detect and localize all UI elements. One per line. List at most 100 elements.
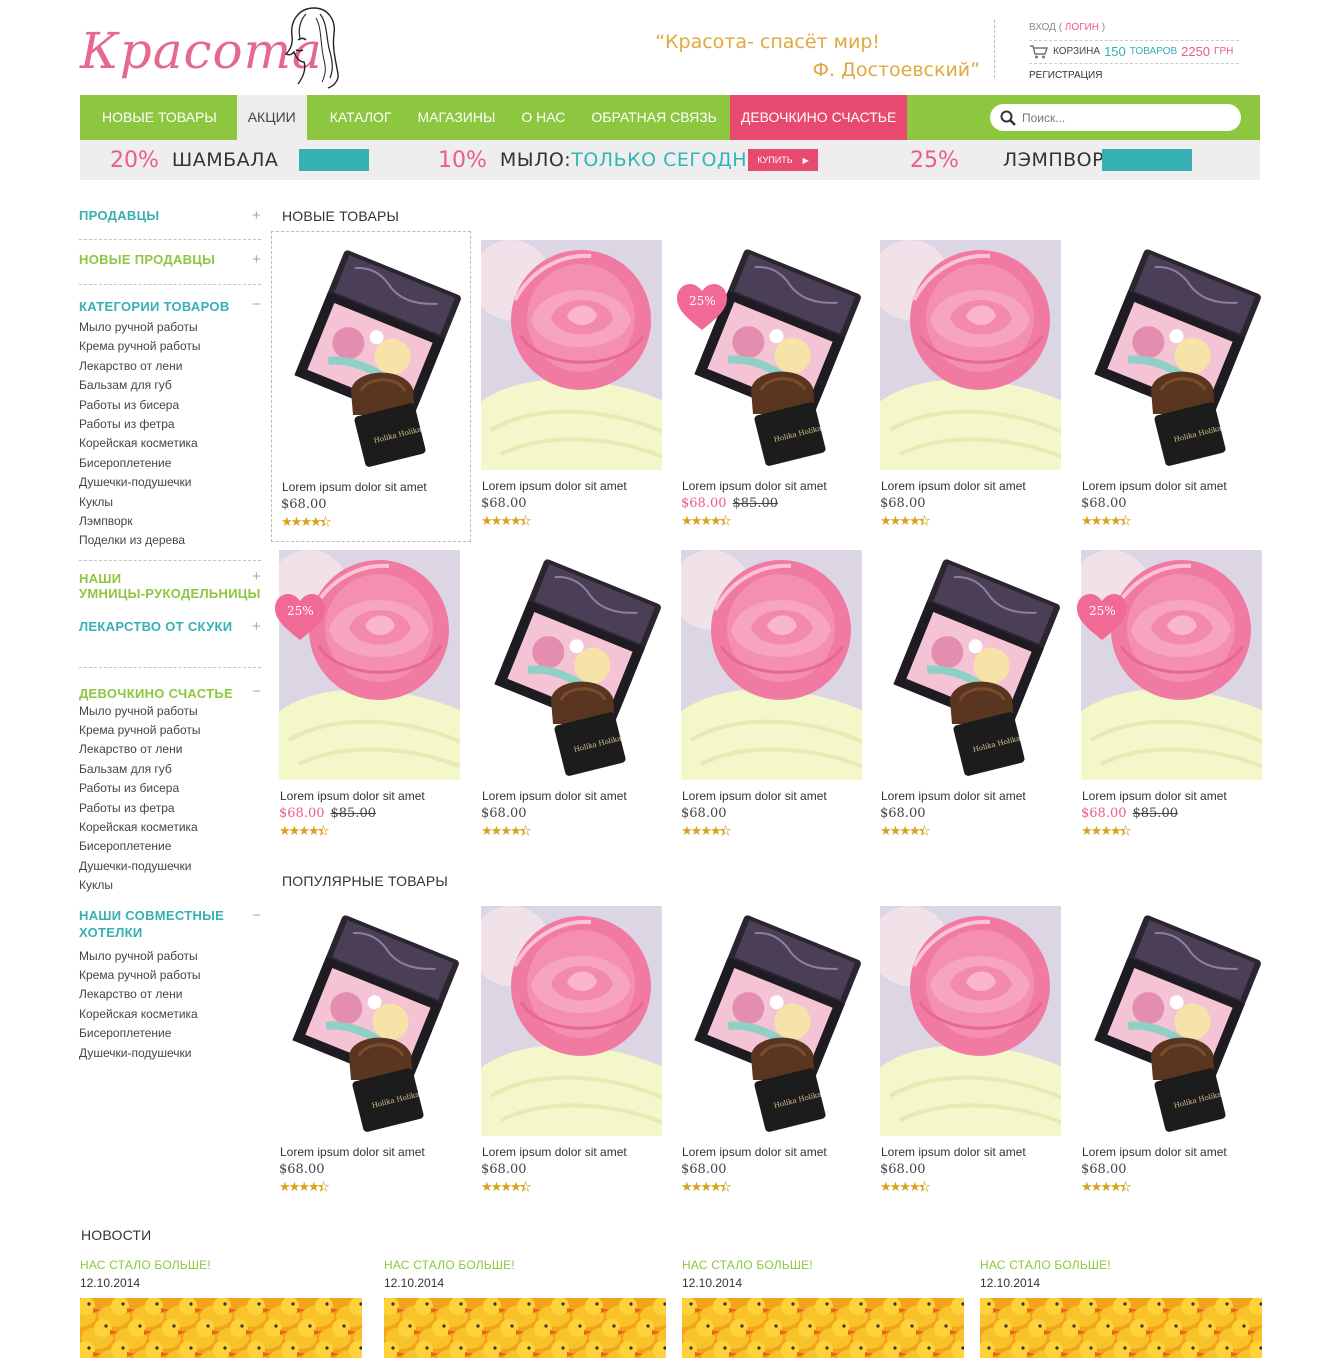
buy-button[interactable]: КУПИТЬ ▶ <box>1102 149 1192 171</box>
sidebar-link[interactable]: Куклы <box>79 876 261 895</box>
expand-icon[interactable]: + <box>252 569 261 584</box>
rubber-ducks-icon[interactable] <box>980 1298 1262 1358</box>
rose-soap-icon[interactable] <box>1081 550 1262 780</box>
product-title[interactable]: Lorem ipsum dolor sit amet <box>482 1145 627 1159</box>
sidebar-link[interactable]: Работы из бисера <box>79 779 261 798</box>
sidebar-link[interactable]: Поделки из дерева <box>79 531 261 550</box>
sidebar-link[interactable]: Бальзам для губ <box>79 760 261 779</box>
product-title[interactable]: Lorem ipsum dolor sit amet <box>881 479 1026 493</box>
product-title[interactable]: Lorem ipsum dolor sit amet <box>682 789 827 803</box>
login-label[interactable]: ВХОД <box>1029 22 1056 33</box>
collapse-icon[interactable]: − <box>252 907 261 924</box>
product-card[interactable]: Lorem ipsum dolor sit amet $68.00 ★★★★★ <box>681 550 862 850</box>
register-link[interactable]: РЕГИСТРАЦИЯ <box>1029 70 1239 81</box>
search-icon[interactable] <box>1000 110 1016 126</box>
news-headline[interactable]: НАС СТАЛО БОЛЬШЕ! <box>682 1258 964 1272</box>
site-logo[interactable]: Красота <box>80 4 340 90</box>
product-card[interactable]: Holika Holika Lorem ipsum dolor sit amet… <box>1081 240 1262 540</box>
product-title[interactable]: Lorem ipsum dolor sit amet <box>1082 479 1227 493</box>
sidebar-link[interactable]: Лекарство от лени <box>79 740 261 759</box>
product-title[interactable]: Lorem ipsum dolor sit amet <box>682 1145 827 1159</box>
product-title[interactable]: Lorem ipsum dolor sit amet <box>280 1145 425 1159</box>
nav-shops[interactable]: МАГАЗИНЫ <box>405 95 509 140</box>
palette-icon[interactable]: Holika Holika <box>279 906 460 1136</box>
sidebar-link[interactable]: Лекарство от лени <box>79 357 261 376</box>
sidebar-link[interactable]: Душечки-подушечки <box>79 857 261 876</box>
sidebar-link[interactable]: Бисероплетение <box>79 454 261 473</box>
product-card[interactable]: Holika Holika Lorem ipsum dolor sit amet… <box>271 231 471 542</box>
news-headline[interactable]: НАС СТАЛО БОЛЬШЕ! <box>980 1258 1262 1272</box>
sidebar-link[interactable]: Работы из бисера <box>79 396 261 415</box>
sidebar-link[interactable]: Мыло ручной работы <box>79 702 261 721</box>
rose-soap-icon[interactable] <box>481 240 662 470</box>
product-title[interactable]: Lorem ipsum dolor sit amet <box>881 789 1026 803</box>
palette-icon[interactable]: Holika Holika <box>681 906 862 1136</box>
rose-soap-icon[interactable] <box>279 550 460 780</box>
sidebar-link[interactable]: Лэмпворк <box>79 512 261 531</box>
buy-button[interactable]: КУПИТЬ ▶ <box>299 149 369 171</box>
sidebar-link[interactable]: Мыло ручной работы <box>79 318 261 337</box>
rose-soap-icon[interactable] <box>481 906 662 1136</box>
rose-soap-icon[interactable] <box>880 240 1061 470</box>
rose-soap-icon[interactable] <box>880 906 1061 1136</box>
buy-button[interactable]: КУПИТЬ ▶ <box>748 149 818 171</box>
news-item[interactable]: НАС СТАЛО БОЛЬШЕ! 12.10.2014 <box>682 1258 964 1358</box>
cart-row[interactable]: КОРЗИНА 150 ТОВАРОВ 2250 ГРН <box>1029 40 1239 64</box>
product-card[interactable]: Lorem ipsum dolor sit amet $68.00 ★★★★★ <box>880 240 1061 540</box>
sidebar-link[interactable]: Работы из фетра <box>79 799 261 818</box>
product-title[interactable]: Lorem ipsum dolor sit amet <box>282 480 427 494</box>
nav-new-products[interactable]: НОВЫЕ ТОВАРЫ <box>80 95 237 140</box>
palette-icon[interactable]: Holika Holika <box>281 241 462 471</box>
sidebar-link[interactable]: Душечки-подушечки <box>79 473 261 492</box>
palette-icon[interactable]: Holika Holika <box>681 240 862 470</box>
rubber-ducks-icon[interactable] <box>682 1298 964 1358</box>
sidebar-link[interactable]: Корейская косметика <box>79 434 261 453</box>
sidebar-link[interactable]: Мыло ручной работы <box>79 947 261 966</box>
news-headline[interactable]: НАС СТАЛО БОЛЬШЕ! <box>384 1258 666 1272</box>
product-title[interactable]: Lorem ipsum dolor sit amet <box>280 789 425 803</box>
palette-icon[interactable]: Holika Holika <box>1081 240 1262 470</box>
search-box[interactable] <box>990 104 1241 131</box>
nav-sales[interactable]: АКЦИИ <box>236 95 307 140</box>
product-card[interactable]: Lorem ipsum dolor sit amet $68.00 $85.00 ★★… <box>1077 550 1262 850</box>
product-title[interactable]: Lorem ipsum dolor sit amet <box>682 479 827 493</box>
news-item[interactable]: НАС СТАЛО БОЛЬШЕ! 12.10.2014 <box>384 1258 666 1358</box>
expand-icon[interactable]: + <box>252 617 261 637</box>
sidebar-link[interactable]: Бисероплетение <box>79 837 261 856</box>
product-card[interactable]: Holika Holika Lorem ipsum dolor sit amet… <box>880 550 1061 850</box>
product-card[interactable]: Holika Holika Lorem ipsum dolor sit amet… <box>681 906 862 1206</box>
sidebar-categories[interactable]: КАТЕГОРИИ ТОВАРОВ − <box>79 294 261 318</box>
sidebar-link[interactable]: Бальзам для губ <box>79 376 261 395</box>
sidebar-link[interactable]: Крема ручной работы <box>79 721 261 740</box>
product-card[interactable]: Lorem ipsum dolor sit amet $68.00 ★★★★★ <box>880 906 1061 1206</box>
product-card[interactable]: Lorem ipsum dolor sit amet $68.00 ★★★★★ <box>481 906 662 1206</box>
nav-about[interactable]: О НАС <box>508 95 578 140</box>
sidebar-link[interactable]: Крема ручной работы <box>79 337 261 356</box>
sidebar-girls-happiness[interactable]: ДЕВОЧКИНО СЧАСТЬЕ − <box>79 668 261 702</box>
nav-catalog[interactable]: КАТАЛОГ <box>307 95 405 140</box>
collapse-icon[interactable]: − <box>252 294 261 316</box>
product-card[interactable]: Holika Holika Lorem ipsum dolor sit amet… <box>481 550 662 850</box>
sidebar-link[interactable]: Куклы <box>79 493 261 512</box>
palette-icon[interactable]: Holika Holika <box>481 550 662 780</box>
product-title[interactable]: Lorem ipsum dolor sit amet <box>1082 1145 1227 1159</box>
sidebar-boredom-cure[interactable]: ЛЕКАРСТВО ОТ СКУКИ + <box>79 613 261 667</box>
news-item[interactable]: НАС СТАЛО БОЛЬШЕ! 12.10.2014 <box>980 1258 1262 1358</box>
sidebar-link[interactable]: Корейская косметика <box>79 1005 261 1024</box>
expand-icon[interactable]: + <box>252 203 261 229</box>
news-headline[interactable]: НАС СТАЛО БОЛЬШЕ! <box>80 1258 362 1272</box>
sidebar-link[interactable]: Работы из фетра <box>79 415 261 434</box>
sidebar-link[interactable]: Крема ручной работы <box>79 966 261 985</box>
product-title[interactable]: Lorem ipsum dolor sit amet <box>482 479 627 493</box>
search-input[interactable] <box>1022 106 1222 129</box>
sidebar-crafters[interactable]: НАШИ УМНИЦЫ-РУКОДЕЛЬНИЦЫ + <box>79 561 261 613</box>
product-title[interactable]: Lorem ipsum dolor sit amet <box>1082 789 1227 803</box>
sidebar-link[interactable]: Корейская косметика <box>79 818 261 837</box>
palette-icon[interactable]: Holika Holika <box>880 550 1061 780</box>
collapse-icon[interactable]: − <box>252 683 261 700</box>
rose-soap-icon[interactable] <box>681 550 862 780</box>
sidebar-joint-wishes[interactable]: НАШИ СОВМЕСТНЫЕ ХОТЕЛКИ − <box>79 907 261 947</box>
product-title[interactable]: Lorem ipsum dolor sit amet <box>482 789 627 803</box>
palette-icon[interactable]: Holika Holika <box>1081 906 1262 1136</box>
sidebar-sellers[interactable]: ПРОДАВЦЫ + <box>79 203 261 239</box>
